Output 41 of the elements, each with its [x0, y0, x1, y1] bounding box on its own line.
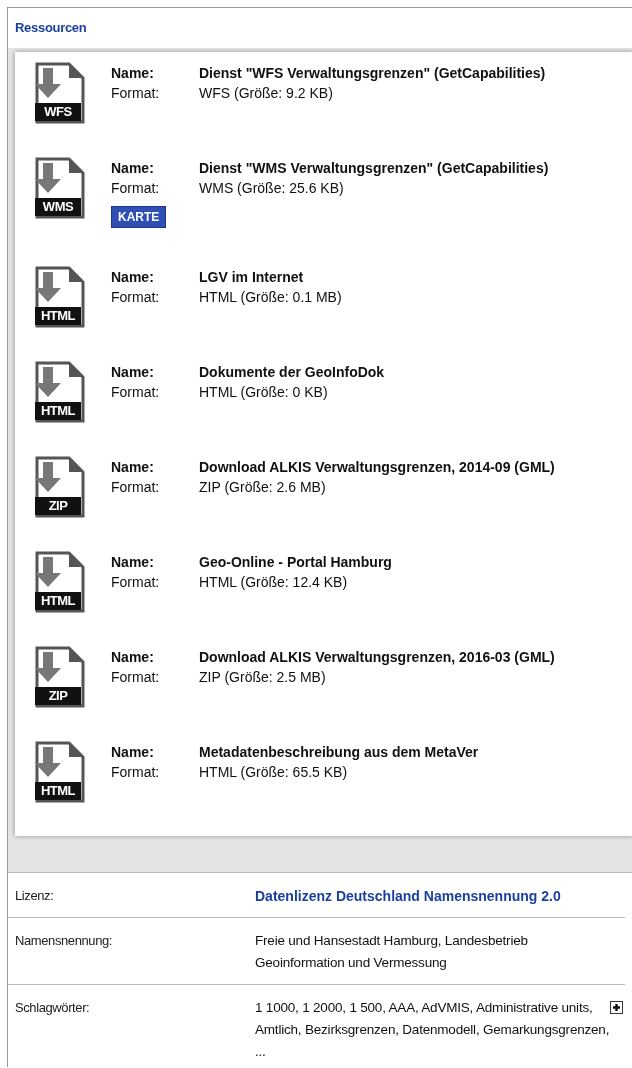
field-label: Name: — [111, 554, 155, 570]
detail-label: Namensnennung: — [15, 932, 114, 950]
field-label: Format: — [111, 479, 161, 495]
resource-format: HTML (Größe: 12.4 KB) — [199, 574, 349, 590]
resource-name[interactable]: Metadatenbeschreibung aus dem MetaVer — [199, 744, 479, 760]
field-label: Format: — [111, 384, 161, 400]
field-label: Name: — [111, 649, 155, 665]
field-label: Name: — [111, 744, 155, 760]
map-button[interactable]: KARTE — [111, 206, 167, 228]
field-label: Format: — [111, 574, 161, 590]
resource-format: HTML (Größe: 0.1 MB) — [199, 289, 342, 305]
field-label: Name: — [111, 459, 155, 475]
resource-name[interactable]: Geo-Online - Portal Hamburg — [199, 554, 392, 570]
license-link[interactable]: Datenlizenz Deutschland Namensnennung 2.0 — [255, 885, 610, 907]
resource-format: ZIP (Größe: 2.6 MB) — [199, 479, 327, 495]
expand-plus-icon[interactable] — [610, 1001, 623, 1014]
field-label: Format: — [111, 289, 161, 305]
field-label: Format: — [111, 764, 161, 780]
resource-name[interactable]: Dienst "WFS Verwaltungsgrenzen" (GetCapabilities) — [199, 65, 546, 81]
resource-format: WMS (Größe: 25.6 KB) — [199, 180, 345, 196]
field-label: Name: — [111, 65, 155, 81]
field-label: Format: — [111, 180, 161, 196]
section-title: Ressourcen — [14, 19, 88, 37]
detail-value: Freie und Hansestadt Hamburg, Landesbetrieb Geoinformation und Vermessung — [255, 932, 529, 972]
detail-label: Schlagwörter: — [15, 999, 91, 1017]
resource-format: WFS (Größe: 9.2 KB) — [199, 85, 334, 101]
resource-name[interactable]: Download ALKIS Verwaltungsgrenzen, 2014-09 (GML) — [199, 459, 555, 475]
field-label: Format: — [111, 669, 161, 685]
field-label: Format: — [111, 85, 161, 101]
detail-value: 1 1000, 1 2000, 1 500, AAA, AdVMIS, Administrative units, Amtlich, Bezirksgrenzen, Datenmodell, Gemarkungsgrenzen, ... — [255, 999, 610, 1061]
resource-format: HTML (Größe: 65.5 KB) — [199, 764, 349, 780]
field-label: Name: — [111, 364, 155, 380]
field-label: Name: — [111, 160, 155, 176]
resource-format: ZIP (Größe: 2.5 MB) — [199, 669, 327, 685]
resource-name[interactable]: LGV im Internet — [199, 269, 342, 285]
detail-label: Lizenz: — [15, 887, 55, 905]
resource-name[interactable]: Download ALKIS Verwaltungsgrenzen, 2016-03 (GML) — [199, 649, 555, 665]
resource-name[interactable]: Dokumente der GeoInfoDok — [199, 364, 385, 380]
resource-format: HTML (Größe: 0 KB) — [199, 384, 329, 400]
field-label: Name: — [111, 269, 155, 285]
resource-name[interactable]: Dienst "WMS Verwaltungsgrenzen" (GetCapabilities) — [199, 160, 549, 176]
